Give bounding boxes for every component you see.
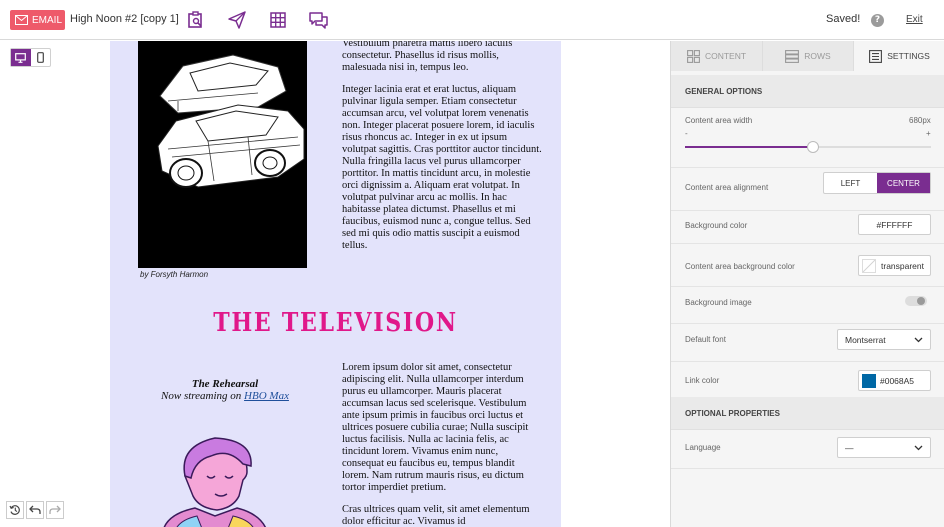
top-toolbar: EMAIL High Noon #2 [copy 1] Saved! ? Exi…	[0, 0, 944, 40]
link-color-value: #0068A5	[880, 375, 915, 386]
rows-icon	[785, 49, 800, 63]
alignment-label: Content area alignment	[685, 183, 769, 192]
mobile-view-button[interactable]	[31, 49, 51, 66]
paragraph-2[interactable]: Integer lacinia erat et erat luctus, ali…	[342, 84, 542, 252]
image-caption: by Forsyth Harmon	[140, 270, 209, 279]
language-row: Language —	[671, 431, 944, 469]
slider-fill	[685, 146, 808, 148]
content-width-value: 680px	[909, 116, 931, 125]
email-content-area[interactable]: by Forsyth Harmon Vestibulum pharetra ma…	[110, 41, 561, 527]
language-select[interactable]: —	[837, 437, 931, 458]
device-toggle	[10, 48, 51, 67]
exit-link[interactable]: Exit	[906, 14, 923, 25]
default-font-row: Default font Montserrat	[671, 324, 944, 362]
tab-settings[interactable]: SETTINGS	[854, 41, 944, 71]
tab-rows[interactable]: ROWS	[763, 41, 854, 71]
bg-color-value: #FFFFFF	[876, 219, 913, 230]
redo-button[interactable]	[46, 501, 64, 519]
show-title: The Rehearsal	[191, 378, 259, 390]
tab-content-label: CONTENT	[704, 51, 747, 61]
panel-tabs: CONTENT ROWS SETTINGS	[671, 41, 944, 71]
bg-image-toggle[interactable]	[905, 296, 927, 306]
preview-icon[interactable]	[187, 11, 205, 29]
bg-image-row: Background image	[671, 287, 944, 324]
car-drawing	[138, 41, 307, 268]
slider-handle[interactable]	[807, 141, 819, 153]
language-label: Language	[685, 443, 721, 452]
bg-color-row: Background color #FFFFFF	[671, 204, 944, 244]
help-icon[interactable]: ?	[871, 14, 884, 27]
show-info[interactable]: The Rehearsal Now streaming on HBO Max	[150, 378, 300, 402]
history-controls	[6, 501, 64, 519]
content-bg-value: transparent	[881, 260, 924, 271]
section-title[interactable]: THE TELEVISION	[144, 308, 527, 338]
desktop-view-button[interactable]	[11, 49, 31, 66]
document-title[interactable]: High Noon #2 [copy 1]	[70, 13, 179, 25]
align-center-button[interactable]: CENTER	[877, 173, 930, 193]
streaming-text: Now streaming on	[161, 390, 245, 402]
align-left-button[interactable]: LEFT	[824, 173, 877, 193]
slider-plus: +	[926, 129, 931, 138]
history-button[interactable]	[6, 501, 24, 519]
undo-icon	[29, 505, 41, 514]
content-grid-icon	[687, 49, 700, 63]
bg-image-label: Background image	[685, 298, 752, 307]
tab-content[interactable]: CONTENT	[671, 41, 763, 71]
language-value: —	[845, 442, 854, 453]
chevron-down-icon	[914, 337, 923, 342]
comments-icon[interactable]	[309, 11, 328, 29]
grid-icon[interactable]	[269, 11, 287, 29]
hbo-max-link[interactable]: HBO Max	[244, 390, 289, 402]
content-bg-label: Content area background color	[685, 262, 795, 271]
email-type-badge[interactable]: EMAIL	[10, 10, 65, 30]
tab-rows-label: ROWS	[804, 51, 831, 61]
content-bg-input[interactable]: transparent	[858, 255, 931, 276]
content-bg-row: Content area background color transparen…	[671, 244, 944, 287]
optional-properties-header: OPTIONAL PROPERTIES	[671, 397, 944, 430]
content-width-label: Content area width	[685, 116, 753, 125]
send-icon[interactable]	[228, 11, 246, 29]
transparent-swatch-icon	[862, 258, 876, 273]
tab-settings-label: SETTINGS	[887, 51, 930, 61]
default-font-label: Default font	[685, 335, 726, 344]
default-font-value: Montserrat	[845, 334, 886, 345]
default-font-select[interactable]: Montserrat	[837, 329, 931, 350]
settings-panel: CONTENT ROWS SETTINGS GENERAL OPTIONS Co…	[670, 41, 944, 527]
paragraph-4[interactable]: Cras ultrices quam velit, sit amet eleme…	[342, 504, 542, 527]
email-badge-label: EMAIL	[32, 14, 63, 26]
redo-icon	[49, 505, 61, 514]
show-streaming-line: Now streaming on HBO Max	[150, 390, 300, 402]
history-icon	[9, 505, 20, 515]
general-options-header: GENERAL OPTIONS	[671, 75, 944, 108]
paragraph-1[interactable]: Vestibulum pharetra mattis libero iaculi…	[342, 41, 542, 74]
link-color-input[interactable]: #0068A5	[858, 370, 931, 391]
toggle-knob	[917, 297, 925, 305]
alignment-segmented-control: LEFT CENTER	[823, 172, 931, 194]
paragraph-3[interactable]: Lorem ipsum dolor sit amet, consectetur …	[342, 362, 542, 494]
content-width-slider[interactable]	[685, 141, 931, 153]
bg-color-label: Background color	[685, 221, 748, 230]
portrait-illustration[interactable]	[155, 436, 275, 527]
car-illustration[interactable]	[138, 41, 307, 268]
link-color-swatch	[862, 373, 876, 388]
desktop-icon	[15, 52, 27, 63]
bg-color-input[interactable]: #FFFFFF	[858, 214, 931, 235]
content-width-row: Content area width 680px - +	[671, 108, 944, 168]
envelope-icon	[15, 15, 28, 25]
chevron-down-icon	[914, 445, 923, 450]
save-status: Saved!	[826, 13, 861, 25]
mobile-icon	[36, 52, 44, 63]
settings-icon	[869, 49, 883, 63]
slider-minus: -	[685, 129, 688, 138]
link-color-label: Link color	[685, 376, 720, 385]
undo-button[interactable]	[26, 501, 44, 519]
